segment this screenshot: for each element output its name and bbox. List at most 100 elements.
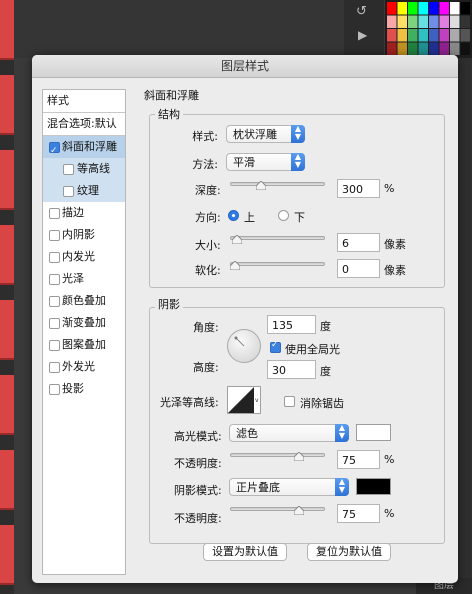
texture-label: 纹理 [77,184,99,197]
style-item-inner-shadow[interactable]: 内阴影 [43,224,125,246]
play-icon[interactable]: ▶ [358,28,367,42]
canvas-thumbnail [0,225,14,285]
gradient-overlay-checkbox[interactable] [49,318,60,329]
size-input[interactable]: 6 [337,233,380,252]
global-light-checkbox[interactable] [270,340,281,353]
svg-text:v: v [255,397,259,404]
angle-dial[interactable] [227,329,261,363]
blending-options-item[interactable]: 混合选项:默认 [43,113,125,135]
satin-checkbox[interactable] [49,274,60,285]
size-slider-thumb[interactable] [231,235,242,244]
style-item-color-overlay[interactable]: 颜色叠加 [43,290,125,312]
inner-glow-checkbox[interactable] [49,252,60,263]
style-item-stroke[interactable]: 描边 [43,202,125,224]
depth-slider-thumb[interactable] [255,181,266,190]
swatch-grid[interactable] [385,0,472,58]
inner-shadow-label: 内阴影 [62,228,95,241]
canvas-thumbnail [0,450,14,510]
style-item-bevel-emboss[interactable]: 斜面和浮雕 [43,136,125,162]
style-item-outer-glow[interactable]: 外发光 [43,356,125,378]
shadow-opacity-track[interactable] [230,507,325,511]
satin-label: 光泽 [62,272,84,285]
contour-label: 等高线 [77,162,110,175]
direction-down-label: 下 [294,211,305,224]
drop-shadow-checkbox[interactable] [49,384,60,395]
style-item-texture[interactable]: 纹理 [43,180,125,202]
highlight-opacity-input[interactable]: 75 [337,450,380,469]
soften-input[interactable]: 0 [337,259,380,278]
direction-down-radio[interactable] [278,210,289,221]
inner-glow-label: 内发光 [62,250,95,263]
style-select[interactable]: 枕状浮雕 ▲ ▼ [226,125,305,143]
right-panel-edge [458,58,472,594]
color-overlay-checkbox[interactable] [49,296,60,307]
texture-checkbox[interactable] [63,186,74,197]
size-slider-track[interactable] [230,236,325,240]
size-label: 大小: [195,239,221,252]
style-item-gradient-overlay[interactable]: 渐变叠加 [43,312,125,334]
global-light-label: 使用全局光 [285,343,340,356]
chevron-updown-icon: ▲ ▼ [335,478,349,496]
pattern-overlay-checkbox[interactable] [49,340,60,351]
bevel-emboss-checkbox[interactable] [49,140,60,162]
depth-slider-track[interactable] [230,182,325,186]
style-item-pattern-overlay[interactable]: 图案叠加 [43,334,125,356]
highlight-opacity-label: 不透明度: [174,457,222,470]
chevron-updown-icon: ▲ ▼ [335,424,349,442]
structure-title: 结构 [155,106,183,122]
highlight-opacity-track[interactable] [230,453,325,457]
color-overlay-label: 颜色叠加 [62,294,106,307]
inner-shadow-checkbox[interactable] [49,230,60,241]
history-icon[interactable]: ↺ [356,4,367,19]
soften-slider-track[interactable] [230,262,325,266]
bevel-emboss-title: 斜面和浮雕 [144,89,199,102]
anti-alias-label: 消除锯齿 [300,397,344,410]
style-item-contour[interactable]: 等高线 [43,158,125,180]
altitude-label: 高度: [193,361,219,374]
technique-label: 方法: [192,158,218,171]
anti-alias-checkbox[interactable] [284,396,295,407]
pattern-overlay-label: 图案叠加 [62,338,106,351]
stroke-checkbox[interactable] [49,208,60,219]
soften-unit: 像素 [384,264,406,277]
outer-glow-checkbox[interactable] [49,362,60,373]
depth-input[interactable]: 300 [337,179,380,198]
reset-default-button[interactable]: 复位为默认值 [307,543,391,561]
direction-up-radio[interactable] [228,210,239,221]
stroke-label: 描边 [62,206,84,219]
shading-title: 阴影 [155,296,183,312]
technique-select[interactable]: 平滑 ▲ ▼ [226,153,305,171]
depth-label: 深度: [195,184,221,197]
styles-header: 样式 [47,94,69,107]
styles-list: 样式 混合选项:默认 斜面和浮雕等高线纹理描边内阴影内发光光泽颜色叠加渐变叠加图… [42,89,126,575]
drop-shadow-label: 投影 [62,382,84,395]
shadow-opacity-input[interactable]: 75 [337,504,380,523]
swatches-panel [385,0,472,58]
gloss-contour-picker[interactable]: v [227,386,261,414]
shadow-opacity-thumb[interactable] [293,506,304,515]
shadow-color-swatch[interactable] [356,478,391,495]
contour-checkbox[interactable] [63,164,74,175]
highlight-opacity-thumb[interactable] [293,452,304,461]
canvas-thumbnail [0,0,14,60]
shadow-opacity-unit: % [384,507,395,520]
make-default-button[interactable]: 设置为默认值 [203,543,287,561]
style-label: 样式: [192,130,218,143]
altitude-unit: 度 [320,365,331,378]
soften-label: 软化: [195,264,221,277]
angle-unit: 度 [320,320,331,333]
highlight-mode-select[interactable]: 滤色 ▲ ▼ [229,424,349,442]
altitude-input[interactable]: 30 [267,360,316,379]
canvas-thumbnail [0,300,14,360]
layer-style-dialog: 图层样式 样式 混合选项:默认 斜面和浮雕等高线纹理描边内阴影内发光光泽颜色叠加… [32,55,458,583]
style-item-satin[interactable]: 光泽 [43,268,125,290]
angle-input[interactable]: 135 [267,315,316,334]
chevron-updown-icon: ▲ ▼ [291,125,305,143]
style-item-drop-shadow[interactable]: 投影 [43,378,125,400]
soften-slider-thumb[interactable] [230,261,240,270]
highlight-color-swatch[interactable] [356,424,391,441]
app-toolbar [14,0,344,58]
direction-up-label: 上 [244,211,255,224]
shadow-mode-select[interactable]: 正片叠底 ▲ ▼ [229,478,349,496]
style-item-inner-glow[interactable]: 内发光 [43,246,125,268]
